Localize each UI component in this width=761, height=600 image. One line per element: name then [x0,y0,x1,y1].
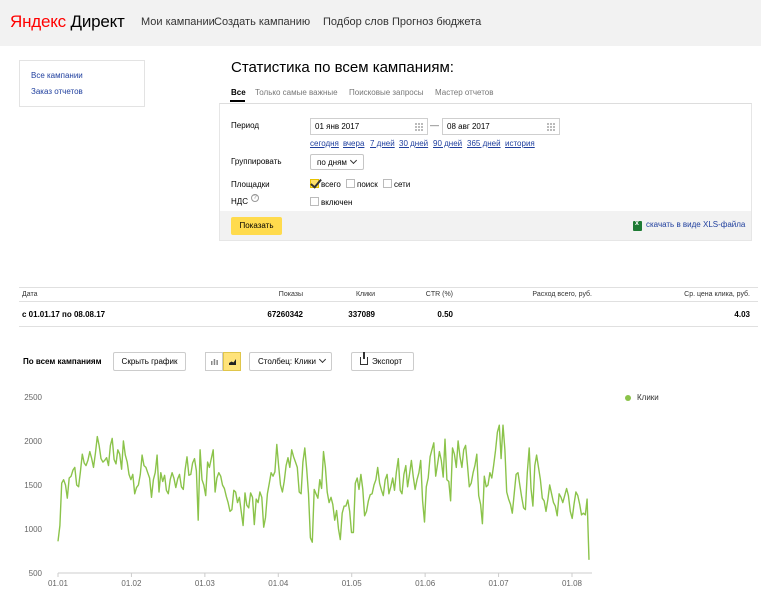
export-button-label: Экспорт [372,357,403,366]
download-xls-link[interactable]: скачать в виде XLS-файла [646,220,745,229]
top-bar: Яндекс Директ Мои кампании Создать кампа… [0,0,761,46]
tab-all[interactable]: Все [231,88,246,97]
nav-my-campaigns[interactable]: Мои кампании [141,16,215,28]
x-tick-label: 01.04 [268,579,289,588]
vat-label: НДС [231,197,248,206]
quick-link-90-days[interactable]: 90 дней [433,139,462,148]
logo-yandex: Яндекс [10,12,66,31]
x-tick-label: 01.06 [415,579,436,588]
calendar-icon[interactable] [415,123,424,131]
group-by-select[interactable]: по дням [310,154,364,170]
legend-swatch-clicks[interactable] [625,395,631,401]
date-range-dash: — [430,120,439,130]
date-to-value: 08 авг 2017 [447,122,490,131]
checkbox-sites-all-label: всего [321,180,341,189]
tab-most-important[interactable]: Только самые важные [255,88,338,97]
quick-link-30-days[interactable]: 30 дней [399,139,428,148]
page-title: Статистика по всем кампаниям: [231,59,454,76]
sidebar: Все кампании Заказ отчетов [19,60,145,107]
col-header-impressions[interactable]: Показы [243,291,303,298]
column-select[interactable]: Столбец: Клики [249,352,332,371]
quick-link-yesterday[interactable]: вчера [343,139,364,148]
y-axis: 500 1000 1500 2000 2500 [24,393,42,578]
x-tick-label: 01.08 [562,579,583,588]
series-line-clicks [57,424,590,560]
col-header-clicks[interactable]: Клики [315,291,375,298]
checkbox-vat-label: включен [321,198,353,207]
summary-avg-cpc: 4.03 [734,310,750,319]
x-tick-label: 01.01 [48,579,69,588]
logo-direct: Директ [70,12,125,31]
x-tick-label: 01.07 [489,579,510,588]
active-tab-indicator [230,100,245,102]
y-tick-label: 2500 [24,393,42,402]
summary-header-divider [19,301,758,302]
checkbox-sites-networks[interactable] [383,179,392,188]
yandex-direct-logo[interactable]: Яндекс Директ [10,12,125,32]
legend-label-clicks[interactable]: Клики [637,393,659,402]
quick-link-today[interactable]: сегодня [310,139,339,148]
date-from-value: 01 янв 2017 [315,122,360,131]
xls-file-icon [633,220,642,231]
checkbox-vat[interactable] [310,197,319,206]
date-to-field[interactable]: 08 авг 2017 [442,118,560,135]
summary-impressions: 67260342 [267,310,303,319]
checkbox-sites-all[interactable] [310,179,319,188]
bar-chart-toggle[interactable] [205,352,223,371]
column-select-value: Столбец: Клики [258,357,317,366]
nav-budget-forecast[interactable]: Прогноз бюджета [392,16,481,28]
hide-chart-button[interactable]: Скрыть график [113,352,186,371]
bar-chart-icon [211,359,218,365]
summary-top-border [19,287,758,288]
col-header-avg-cpc[interactable]: Ср. цена клика, руб. [640,291,750,298]
x-tick-label: 01.02 [121,579,142,588]
nav-create-campaign[interactable]: Создать кампанию [214,16,310,28]
help-icon[interactable]: ? [251,194,259,202]
col-header-date: Дата [22,291,38,298]
quick-link-365-days[interactable]: 365 дней [467,139,501,148]
summary-bottom-border [19,326,758,327]
clicks-line-chart: 500 1000 1500 2000 2500 01.01 01.02 01.03 01.04… [24,393,592,588]
chevron-down-icon [349,156,357,165]
y-tick-label: 1500 [24,481,42,490]
chart-section-title: По всем кампаниям [23,357,102,366]
area-chart-toggle[interactable] [223,352,241,371]
y-tick-label: 500 [29,569,43,578]
tab-report-wizard[interactable]: Мастер отчетов [435,88,493,97]
export-icon [360,352,368,365]
sidebar-item-report-order[interactable]: Заказ отчетов [31,87,83,96]
show-button[interactable]: Показать [231,217,282,235]
summary-date-range: с 01.01.17 по 08.08.17 [22,310,106,319]
quick-link-7-days[interactable]: 7 дней [370,139,395,148]
group-by-value: по дням [317,158,347,167]
x-tick-label: 01.03 [195,579,216,588]
checkbox-sites-networks-label: сети [394,180,411,189]
y-tick-label: 2000 [24,437,42,446]
col-header-cost[interactable]: Расход всего, руб. [492,291,592,298]
nav-keyword-selection[interactable]: Подбор слов [323,16,389,28]
col-header-ctr[interactable]: CTR (%) [393,291,453,298]
area-chart-icon [229,359,236,365]
checkbox-sites-search[interactable] [346,179,355,188]
checkbox-sites-search-label: поиск [357,180,378,189]
sites-label: Площадки [231,180,270,189]
x-tick-label: 01.05 [342,579,363,588]
chevron-down-icon [318,355,327,364]
y-tick-label: 1000 [24,525,42,534]
group-label: Группировать [231,157,282,166]
export-button[interactable]: Экспорт [351,352,414,371]
summary-ctr: 0.50 [437,310,453,319]
tab-search-queries[interactable]: Поисковые запросы [349,88,423,97]
x-axis: 01.01 01.02 01.03 01.04 01.05 01.06 01.07 01.08 [48,573,583,588]
date-from-field[interactable]: 01 янв 2017 [310,118,428,135]
summary-clicks: 337089 [348,310,375,319]
sidebar-item-all-campaigns[interactable]: Все кампании [31,71,83,80]
period-label: Период [231,121,260,130]
quick-link-history[interactable]: история [505,139,535,148]
calendar-icon[interactable] [547,123,556,131]
